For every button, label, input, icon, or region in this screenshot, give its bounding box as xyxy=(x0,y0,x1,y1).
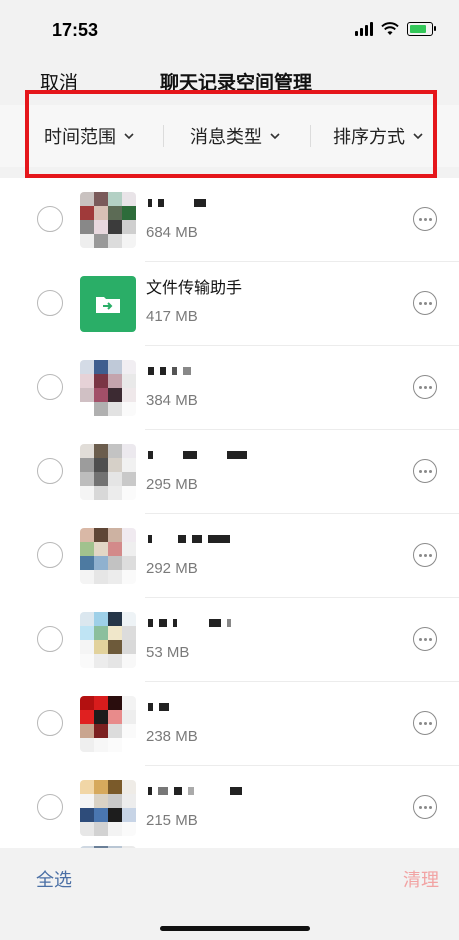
select-radio[interactable] xyxy=(37,710,63,736)
chat-size: 417 MB xyxy=(146,308,198,325)
more-options-icon[interactable] xyxy=(413,543,437,567)
chat-list[interactable]: 684 MB 文件传输助手 417 MB 384 MB 295 MB 292 M… xyxy=(0,178,459,848)
contact-name-redacted xyxy=(148,616,231,630)
chevron-down-icon xyxy=(413,133,423,140)
chat-size: 215 MB xyxy=(146,812,198,829)
chat-size: 384 MB xyxy=(146,392,198,409)
status-icons xyxy=(355,22,436,36)
filter-message-type[interactable]: 消息类型 xyxy=(190,123,280,149)
avatar xyxy=(80,192,136,248)
chat-size: 684 MB xyxy=(146,224,198,241)
filter-label: 消息类型 xyxy=(190,127,262,147)
avatar xyxy=(80,528,136,584)
select-radio[interactable] xyxy=(37,794,63,820)
list-item[interactable]: 215 MB xyxy=(0,766,459,848)
filter-sort-order[interactable]: 排序方式 xyxy=(333,123,423,149)
select-all-button[interactable]: 全选 xyxy=(36,866,72,892)
list-item[interactable]: 295 MB xyxy=(0,430,459,514)
wifi-icon xyxy=(381,22,399,35)
file-transfer-icon xyxy=(80,276,136,332)
chat-size: 292 MB xyxy=(146,560,198,577)
more-options-icon[interactable] xyxy=(413,291,437,315)
list-item[interactable]: 292 MB xyxy=(0,514,459,598)
more-options-icon[interactable] xyxy=(413,207,437,231)
list-item[interactable]: 684 MB xyxy=(0,178,459,262)
select-radio[interactable] xyxy=(37,374,63,400)
cancel-button[interactable]: 取消 xyxy=(40,68,78,95)
more-options-icon[interactable] xyxy=(413,459,437,483)
filter-time-range[interactable]: 时间范围 xyxy=(44,123,134,149)
contact-name-redacted xyxy=(148,784,242,798)
chevron-down-icon xyxy=(270,133,280,140)
chat-size: 238 MB xyxy=(146,728,198,745)
list-item[interactable]: 384 MB xyxy=(0,346,459,430)
status-bar: 17:53 xyxy=(0,0,459,60)
battery-icon xyxy=(407,22,436,36)
more-options-icon[interactable] xyxy=(413,711,437,735)
signal-icon xyxy=(355,22,373,36)
list-item[interactable]: 文件传输助手 417 MB xyxy=(0,262,459,346)
more-options-icon[interactable] xyxy=(413,795,437,819)
avatar xyxy=(80,444,136,500)
filter-label: 排序方式 xyxy=(333,127,405,147)
filter-divider xyxy=(310,125,311,147)
filter-divider xyxy=(163,125,164,147)
more-options-icon[interactable] xyxy=(413,627,437,651)
list-item[interactable]: 238 MB xyxy=(0,682,459,766)
select-radio[interactable] xyxy=(37,290,63,316)
contact-name-redacted xyxy=(148,700,169,714)
clear-button[interactable]: 清理 xyxy=(403,866,439,892)
select-radio[interactable] xyxy=(37,542,63,568)
chat-size: 295 MB xyxy=(146,476,198,493)
filter-label: 时间范围 xyxy=(44,127,116,147)
page-title: 聊天记录空间管理 xyxy=(160,73,313,94)
more-options-icon[interactable] xyxy=(413,375,437,399)
contact-name-redacted xyxy=(148,364,191,378)
chevron-down-icon xyxy=(124,133,134,140)
home-indicator[interactable] xyxy=(160,926,310,931)
contact-name-redacted xyxy=(148,532,230,546)
list-item[interactable]: 53 MB xyxy=(0,598,459,682)
avatar xyxy=(80,612,136,668)
select-radio[interactable] xyxy=(37,458,63,484)
select-radio[interactable] xyxy=(37,626,63,652)
avatar xyxy=(80,696,136,752)
bottom-bar: 全选 清理 xyxy=(0,848,459,940)
filter-bar: 时间范围 消息类型 排序方式 xyxy=(0,105,459,167)
chat-size: 53 MB xyxy=(146,644,190,661)
avatar xyxy=(80,780,136,836)
status-time: 17:53 xyxy=(52,20,99,40)
avatar xyxy=(80,360,136,416)
select-radio[interactable] xyxy=(37,206,63,232)
contact-name: 文件传输助手 xyxy=(146,280,243,297)
nav-bar: 取消 聊天记录空间管理 xyxy=(0,62,459,102)
contact-name-redacted xyxy=(148,196,206,210)
contact-name-redacted xyxy=(148,448,247,462)
